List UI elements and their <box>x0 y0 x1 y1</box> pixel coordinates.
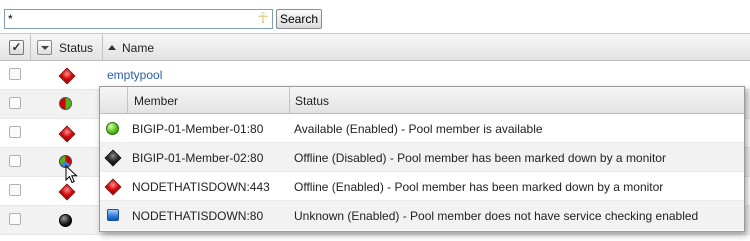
select-menu-dropdown[interactable] <box>37 40 52 55</box>
member-name: BIGIP-01-Member-02:80 <box>132 151 264 165</box>
member-column-header: Member <box>134 94 179 108</box>
member-row: NODETHATISDOWN:443 Offline (Enabled) - P… <box>100 172 744 201</box>
blue-square-icon <box>107 209 119 221</box>
row-checkbox[interactable] <box>9 184 21 196</box>
search-input[interactable] <box>4 9 273 29</box>
table-header: ✓ Status Name <box>0 33 750 61</box>
row-checkbox[interactable] <box>9 97 21 109</box>
member-name: NODETHATISDOWN:80 <box>132 209 264 223</box>
red-green-split-circle-icon <box>59 97 73 111</box>
status-column-header[interactable]: Status <box>59 41 93 55</box>
member-status: Available (Enabled) - Pool member is ava… <box>294 122 543 136</box>
member-row: BIGIP-01-Member-01:80 Available (Enabled… <box>100 114 744 143</box>
red-diamond-icon <box>105 179 119 193</box>
name-column-header[interactable]: Name <box>108 41 154 55</box>
column-divider <box>289 87 290 114</box>
status-column-header: Status <box>295 94 330 108</box>
red-diamond-icon <box>59 68 73 82</box>
sort-ascending-icon <box>108 45 116 50</box>
black-circle-icon <box>59 214 73 228</box>
pool-members-popup: Member Status BIGIP-01-Member-01:80 Avai… <box>99 86 745 232</box>
green-circle-icon <box>106 122 119 135</box>
mouse-cursor-icon <box>65 165 78 184</box>
row-checkbox[interactable] <box>9 126 21 138</box>
search-bar: ☥ Search <box>4 9 323 29</box>
black-diamond-icon <box>105 150 119 164</box>
row-checkbox[interactable] <box>9 68 21 80</box>
member-status: Unknown (Enabled) - Pool member does not… <box>294 209 699 223</box>
member-row: BIGIP-01-Member-02:80 Offline (Disabled)… <box>100 143 744 172</box>
row-checkbox[interactable] <box>9 155 21 167</box>
column-divider <box>127 87 128 114</box>
column-divider <box>30 34 31 61</box>
pool-name-link[interactable]: emptypool <box>107 68 162 82</box>
search-button[interactable]: Search <box>276 9 323 29</box>
member-status: Offline (Disabled) - Pool member has bee… <box>294 151 666 165</box>
column-divider <box>102 34 103 61</box>
member-status: Offline (Enabled) - Pool member has been… <box>294 180 664 194</box>
member-name: NODETHATISDOWN:443 <box>132 180 270 194</box>
member-name: BIGIP-01-Member-01:80 <box>132 122 264 136</box>
red-diamond-icon <box>59 184 73 198</box>
red-diamond-icon <box>59 126 73 140</box>
select-all-checkbox[interactable]: ✓ <box>9 40 24 55</box>
row-checkbox[interactable] <box>9 213 21 225</box>
member-row: NODETHATISDOWN:80 Unknown (Enabled) - Po… <box>100 201 744 230</box>
popup-header: Member Status <box>100 87 744 114</box>
ankh-icon[interactable]: ☥ <box>255 9 271 29</box>
